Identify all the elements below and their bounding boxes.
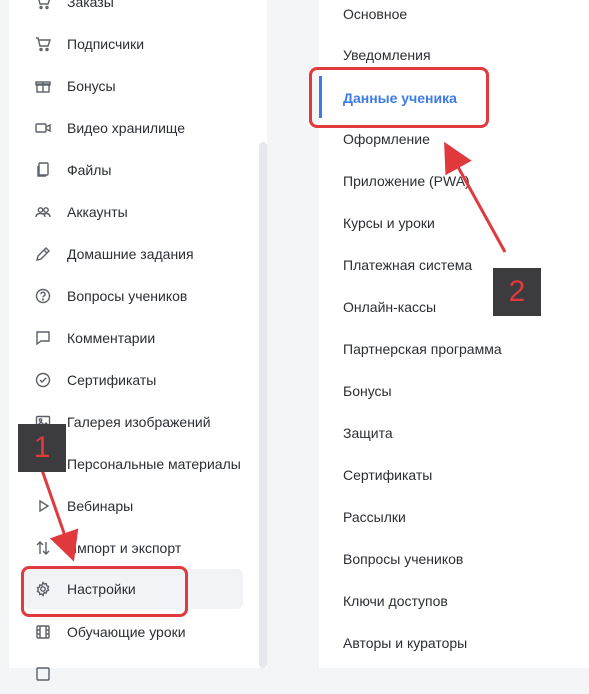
settings-item-protection[interactable]: Защита [343,413,563,453]
film-icon [34,624,51,641]
settings-item-access-keys[interactable]: Ключи доступов [343,581,563,621]
sidebar-item-import-export[interactable]: Импорт и экспорт [23,528,243,568]
comment-icon [34,330,51,347]
cart-icon [34,0,51,11]
sidebar-item-comments[interactable]: Комментарии [23,318,243,358]
sidebar-item-label: Вопросы учеников [67,288,188,304]
settings-item-general[interactable]: Основное [343,0,563,34]
sidebar-item-label: Комментарии [67,330,156,346]
settings-item-mailings[interactable]: Рассылки [343,497,563,537]
sidebar-scrollbar[interactable] [259,142,267,668]
sidebar-item-webinars[interactable]: Вебинары [23,486,243,526]
settings-item-authors[interactable]: Авторы и кураторы [343,623,563,663]
settings-item-certificates[interactable]: Сертификаты [343,455,563,495]
sidebar-item-label: Импорт и экспорт [67,540,182,556]
step-badge-1: 1 [18,424,66,472]
sidebar-item-label: Аккаунты [67,204,128,220]
play-icon [34,498,51,515]
sidebar-item-subscribers[interactable]: Подписчики [23,24,243,64]
settings-item-bonuses[interactable]: Бонусы [343,371,563,411]
settings-item-affiliate[interactable]: Партнерская программа [343,329,563,369]
users-icon [34,204,51,221]
sidebar-item-label: Домашние задания [67,246,194,262]
settings-item-courses[interactable]: Курсы и уроки [343,203,563,243]
files-icon [34,162,51,179]
sidebar-item-label: Обучающие уроки [67,624,186,640]
video-icon [34,120,51,137]
sidebar-item-label: Видео хранилище [67,120,186,136]
question-icon [34,288,51,305]
sidebar-item-partial[interactable] [23,654,243,694]
sidebar-item-homework[interactable]: Домашние задания [23,234,243,274]
step-badge-2: 2 [493,268,541,316]
sidebar-item-video-storage[interactable]: Видео хранилище [23,108,243,148]
import-export-icon [34,540,51,557]
sidebar-item-bonuses[interactable]: Бонусы [23,66,243,106]
sidebar-item-label: Вебинары [67,498,134,514]
pencil-icon [34,246,51,263]
sidebar-item-label: Файлы [67,162,112,178]
sidebar-item-orders[interactable]: Заказы [23,0,243,22]
sidebar-item-label: Галерея изображений [67,414,211,430]
sidebar-item-student-questions[interactable]: Вопросы учеников [23,276,243,316]
settings-item-student-questions[interactable]: Вопросы учеников [343,539,563,579]
certificate-icon [34,372,51,389]
sidebar-item-label: Сертификаты [67,372,157,388]
gear-icon [34,666,51,683]
highlight-settings [21,566,188,617]
settings-item-pwa[interactable]: Приложение (PWA) [343,161,563,201]
sidebar-item-certificates[interactable]: Сертификаты [23,360,243,400]
sidebar-item-label: Бонусы [67,78,116,94]
cart-icon [34,36,51,53]
sidebar-item-tutorials[interactable]: Обучающие уроки [23,612,243,652]
sidebar-item-files[interactable]: Файлы [23,150,243,190]
gift-icon [34,78,51,95]
sidebar-item-label: Заказы [67,0,114,10]
sidebar-item-accounts[interactable]: Аккаунты [23,192,243,232]
sidebar-item-label: Персональные материалы [67,456,241,472]
sidebar-item-label: Подписчики [67,36,145,52]
highlight-student-data [309,67,489,128]
